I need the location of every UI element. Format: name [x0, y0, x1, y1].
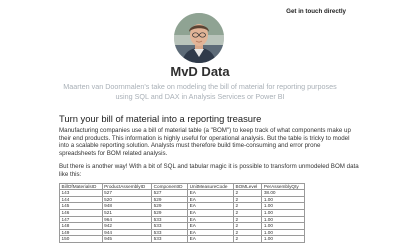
table-cell: EA	[187, 195, 234, 204]
table-cell: EA	[187, 235, 234, 243]
table-cell: 520	[101, 195, 153, 204]
table-cell: 149	[59, 228, 103, 237]
column-header: PerAssemblyQty	[261, 182, 305, 191]
table-cell: EA	[187, 208, 234, 217]
table-cell: 533	[151, 215, 189, 224]
table-row: 146 521 529 EA 2 1.00	[59, 208, 305, 217]
table-row: 143 527 527 EA 2 38.00	[59, 189, 305, 197]
table-cell: 529	[151, 195, 189, 204]
table-cell: 533	[151, 235, 189, 243]
table-cell: 945	[101, 235, 153, 243]
table-cell: 527	[101, 189, 153, 197]
table-cell: EA	[187, 222, 234, 230]
avatar	[174, 13, 224, 63]
table-row: 148 942 533 EA 2 1.00	[59, 222, 305, 230]
table-row: 149 944 533 EA 2 1.00	[59, 228, 305, 237]
table-row: 145 948 529 EA 2 1.00	[59, 202, 305, 210]
post-content: Turn your bill of material into a report…	[59, 113, 359, 243]
table-cell: 1.00	[261, 208, 305, 217]
column-header: UnitMeasureCode	[187, 182, 234, 191]
table-cell: 2	[232, 189, 263, 197]
table-cell: 1.00	[261, 202, 305, 210]
table-cell: 1.00	[261, 215, 305, 224]
table-cell: 529	[151, 202, 189, 210]
get-in-touch-link[interactable]: Get in touch directly	[286, 8, 346, 15]
table-cell: EA	[187, 228, 234, 237]
table-cell: 533	[151, 228, 189, 237]
post-title: Turn your bill of material into a report…	[59, 113, 262, 124]
table-cell: 2	[232, 215, 263, 224]
table-cell: EA	[187, 215, 234, 224]
bom-table: BillOfMaterialsID ProductAssemblyID Comp…	[59, 182, 305, 243]
table-cell: EA	[187, 189, 234, 197]
table-cell: 148	[59, 222, 103, 230]
table-cell: 2	[232, 228, 263, 237]
table-cell: 1.00	[261, 195, 305, 204]
table-cell: 944	[101, 228, 153, 237]
table-cell: 2	[232, 222, 263, 230]
table-cell: 1.00	[261, 235, 305, 243]
table-cell: 1.00	[261, 222, 305, 230]
intro-paragraph: Manufacturing companies use a bill of ma…	[59, 127, 351, 157]
column-header: BOMLevel	[232, 182, 263, 191]
table-cell: 942	[101, 222, 153, 230]
table-cell: 2	[232, 195, 263, 204]
bom-table-header-row: BillOfMaterialsID ProductAssemblyID Comp…	[59, 182, 305, 191]
column-header: BillOfMaterialsID	[59, 182, 103, 191]
author-photo	[174, 13, 224, 63]
table-cell: 2	[232, 208, 263, 217]
table-cell: 2	[232, 202, 263, 210]
table-cell: 533	[151, 222, 189, 230]
column-header: ComponentID	[151, 182, 189, 191]
table-cell: 146	[59, 208, 103, 217]
table-cell: 147	[59, 215, 103, 224]
table-cell: 2	[232, 235, 263, 243]
table-cell: 145	[59, 202, 103, 210]
table-cell: 521	[101, 208, 153, 217]
table-row: 150 945 533 EA 2 1.00	[59, 235, 305, 243]
table-cell: EA	[187, 202, 234, 210]
column-header: ProductAssemblyID	[101, 182, 153, 191]
table-cell: 38.00	[261, 189, 305, 197]
table-row: 147 964 533 EA 2 1.00	[59, 215, 305, 224]
table-cell: 144	[59, 195, 103, 204]
table-cell: 948	[101, 202, 153, 210]
table-row: 144 520 529 EA 2 1.00	[59, 195, 305, 204]
table-cell: 529	[151, 208, 189, 217]
table-cell: 150	[59, 235, 103, 243]
table-cell: 964	[101, 215, 153, 224]
table-cell: 143	[59, 189, 103, 197]
table-cell: 1.00	[261, 228, 305, 237]
site-title: MvD Data	[170, 64, 230, 79]
transition-paragraph: But there is another way! With a bit of …	[59, 163, 359, 178]
site-tagline: Maarten van Doornmalen's take on modelin…	[63, 82, 337, 101]
table-cell: 527	[151, 189, 189, 197]
